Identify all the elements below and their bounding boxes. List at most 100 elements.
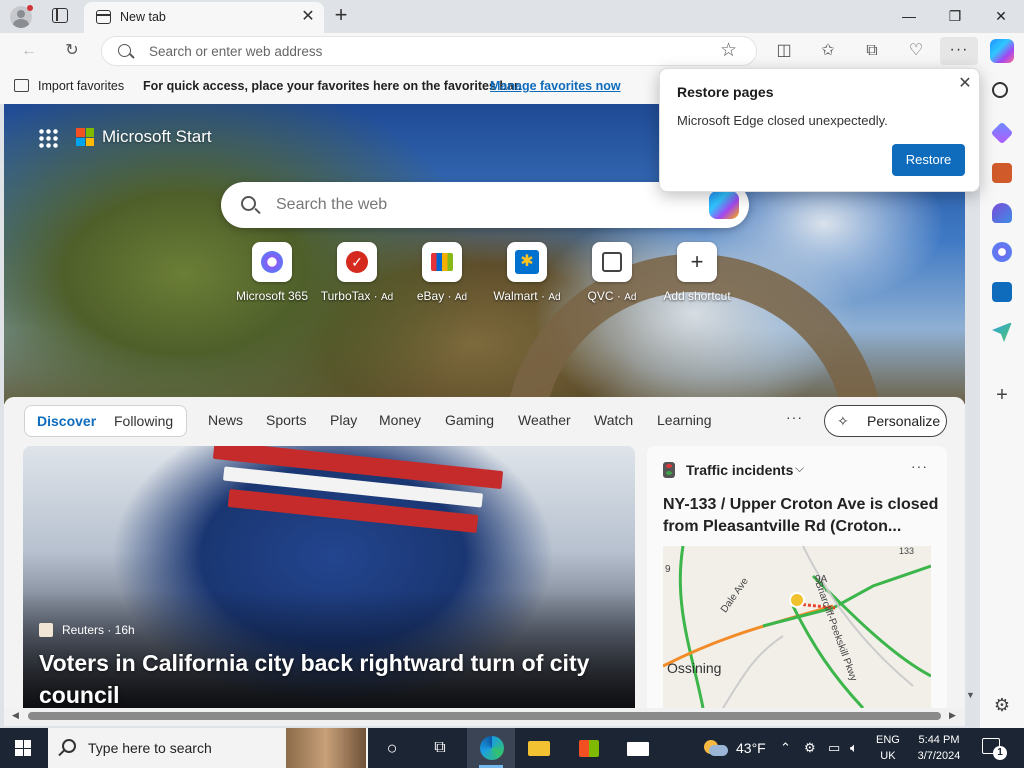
taskbar-search-box[interactable]: Type here to search bbox=[48, 728, 368, 768]
favorite-star-icon[interactable]: ☆ bbox=[720, 39, 737, 62]
closure-marker-icon[interactable] bbox=[789, 592, 805, 608]
shortcut-ebay[interactable]: eBay · Ad bbox=[397, 242, 487, 312]
restore-button[interactable]: Restore bbox=[892, 144, 965, 176]
map-label-route-9a: 9A bbox=[815, 574, 828, 585]
map-label-route-9: 9 bbox=[665, 564, 671, 575]
settings-and-more-icon[interactable]: ··· bbox=[940, 37, 978, 65]
tray-overflow-chevron-icon[interactable]: ⌃ bbox=[780, 740, 791, 756]
windows-start-icon[interactable] bbox=[15, 740, 31, 756]
tab-new-tab[interactable]: New tab ✕ bbox=[84, 2, 324, 33]
tab-actions-icon[interactable] bbox=[52, 8, 68, 23]
main-news-card[interactable]: Reuters · 16h Voters in California city … bbox=[23, 446, 635, 708]
walmart-icon: ✱ bbox=[507, 242, 547, 282]
microsoft-365-icon[interactable] bbox=[992, 242, 1012, 262]
cortana-icon[interactable]: ○ bbox=[378, 734, 406, 762]
nav-news[interactable]: News bbox=[208, 412, 243, 428]
weather-cloud-icon[interactable] bbox=[704, 738, 728, 756]
nav-gaming[interactable]: Gaming bbox=[445, 412, 494, 428]
nav-sports[interactable]: Sports bbox=[266, 412, 306, 428]
restore-window-button[interactable]: ❐ bbox=[932, 4, 978, 28]
app-launcher-icon[interactable] bbox=[38, 128, 58, 148]
search-icon bbox=[241, 196, 256, 211]
nav-weather[interactable]: Weather bbox=[518, 412, 571, 428]
close-icon[interactable]: ✕ bbox=[954, 73, 976, 95]
scroll-down-arrow-icon[interactable]: ▼ bbox=[966, 690, 975, 700]
tools-icon[interactable] bbox=[992, 163, 1012, 183]
card-more-button[interactable]: ··· bbox=[911, 458, 928, 474]
address-input[interactable]: Search or enter web address bbox=[149, 44, 322, 59]
personalize-button[interactable]: ✧ Personalize bbox=[824, 405, 947, 437]
shortcut-walmart[interactable]: ✱ Walmart · Ad bbox=[482, 242, 572, 312]
scroll-left-arrow-icon[interactable]: ◀ bbox=[12, 710, 19, 721]
add-shortcut-button[interactable]: + Add shortcut bbox=[652, 242, 742, 312]
copilot-icon[interactable] bbox=[990, 39, 1014, 63]
scroll-right-arrow-icon[interactable]: ▶ bbox=[949, 710, 956, 721]
manage-favorites-link[interactable]: Manage favorites now bbox=[490, 79, 621, 93]
games-icon[interactable] bbox=[992, 203, 1012, 223]
reuters-logo-icon bbox=[39, 623, 53, 637]
nav-learning[interactable]: Learning bbox=[657, 412, 712, 428]
edge-taskbar-button[interactable] bbox=[467, 728, 515, 768]
back-arrow-icon[interactable]: ← bbox=[17, 39, 41, 63]
shortcut-turbotax[interactable]: ✓ TurboTax · Ad bbox=[312, 242, 402, 312]
weather-temperature[interactable]: 43°F bbox=[736, 740, 766, 756]
tray-app-icon[interactable]: ⚙ bbox=[804, 740, 816, 756]
shortcut-label: Microsoft 365 bbox=[235, 289, 309, 303]
split-screen-icon[interactable]: ◫ bbox=[772, 39, 796, 63]
clock[interactable]: 5:44 PM 3/7/2024 bbox=[912, 732, 966, 764]
shortcut-microsoft-365[interactable]: Microsoft 365 bbox=[227, 242, 317, 312]
close-window-button[interactable]: ✕ bbox=[978, 4, 1024, 28]
volume-muted-icon[interactable]: 🔈︎ bbox=[850, 740, 858, 756]
collections-icon[interactable]: ⧉ bbox=[860, 39, 884, 63]
refresh-icon[interactable]: ↻ bbox=[60, 39, 84, 63]
shopping-tag-icon[interactable] bbox=[990, 121, 1014, 145]
taskbar-search-input[interactable]: Type here to search bbox=[88, 740, 212, 756]
tab-discover[interactable]: Discover bbox=[37, 413, 96, 429]
browser-essentials-icon[interactable]: ♡ bbox=[904, 39, 928, 63]
traffic-light-icon bbox=[663, 462, 675, 478]
nav-more-button[interactable]: ··· bbox=[786, 409, 803, 425]
traffic-title[interactable]: Traffic incidents bbox=[686, 462, 793, 478]
language-indicator[interactable]: ENG UK bbox=[876, 732, 900, 764]
news-headline[interactable]: Voters in California city back rightward… bbox=[39, 647, 609, 708]
nav-play[interactable]: Play bbox=[330, 412, 357, 428]
mail-icon[interactable] bbox=[624, 734, 652, 762]
profile-alert-dot bbox=[27, 5, 33, 11]
new-tab-plus-icon[interactable]: + bbox=[330, 4, 352, 26]
brand-title[interactable]: Microsoft Start bbox=[102, 127, 212, 147]
task-view-icon[interactable]: ⧉ bbox=[426, 734, 454, 762]
file-explorer-icon[interactable] bbox=[525, 734, 553, 762]
personalize-label: Personalize bbox=[867, 413, 941, 429]
nav-money[interactable]: Money bbox=[379, 412, 421, 428]
copilot-icon[interactable] bbox=[709, 191, 739, 219]
sparkle-icon: ✧ bbox=[837, 413, 849, 429]
traffic-map[interactable]: Ossining Dale Ave Briarcliff-Peekskill P… bbox=[663, 546, 931, 708]
tab-following[interactable]: Following bbox=[114, 413, 173, 429]
network-icon[interactable]: ▭ bbox=[828, 740, 840, 756]
outlook-icon[interactable] bbox=[992, 282, 1012, 302]
address-bar[interactable]: Search or enter web address ☆ bbox=[101, 36, 757, 66]
minimize-button[interactable]: — bbox=[886, 4, 932, 28]
scrollbar-thumb[interactable] bbox=[28, 712, 941, 720]
shortcut-qvc[interactable]: QVC · Ad bbox=[567, 242, 657, 312]
tab-close-icon[interactable]: ✕ bbox=[298, 7, 318, 27]
drop-send-icon[interactable] bbox=[992, 322, 1012, 342]
turbotax-icon: ✓ bbox=[337, 242, 377, 282]
import-favorites-button[interactable]: Import favorites bbox=[38, 79, 124, 93]
sidebar-search-icon[interactable] bbox=[992, 82, 1008, 98]
feed-segment-control: Discover Following bbox=[24, 405, 187, 437]
plus-icon: + bbox=[677, 242, 717, 282]
shortcut-label: eBay · Ad bbox=[416, 289, 468, 303]
search-icon bbox=[62, 739, 76, 753]
nav-watch[interactable]: Watch bbox=[594, 412, 633, 428]
traffic-headline[interactable]: NY-133 / Upper Croton Ave is closed from… bbox=[663, 494, 939, 538]
horizontal-scrollbar[interactable]: ◀ ▶ bbox=[4, 708, 965, 726]
restore-title: Restore pages bbox=[677, 84, 774, 100]
chevron-down-icon[interactable]: ⌵ bbox=[795, 461, 804, 476]
web-search-input[interactable]: Search the web bbox=[276, 196, 387, 214]
favorites-icon[interactable]: ✩ bbox=[816, 39, 840, 63]
sidebar-settings-gear-icon[interactable]: ⚙ bbox=[992, 695, 1012, 715]
add-sidebar-app-icon[interactable]: + bbox=[992, 385, 1012, 405]
microsoft-store-icon[interactable] bbox=[575, 734, 603, 762]
traffic-card[interactable]: Traffic incidents ⌵ ··· NY-133 / Upper C… bbox=[647, 446, 947, 708]
